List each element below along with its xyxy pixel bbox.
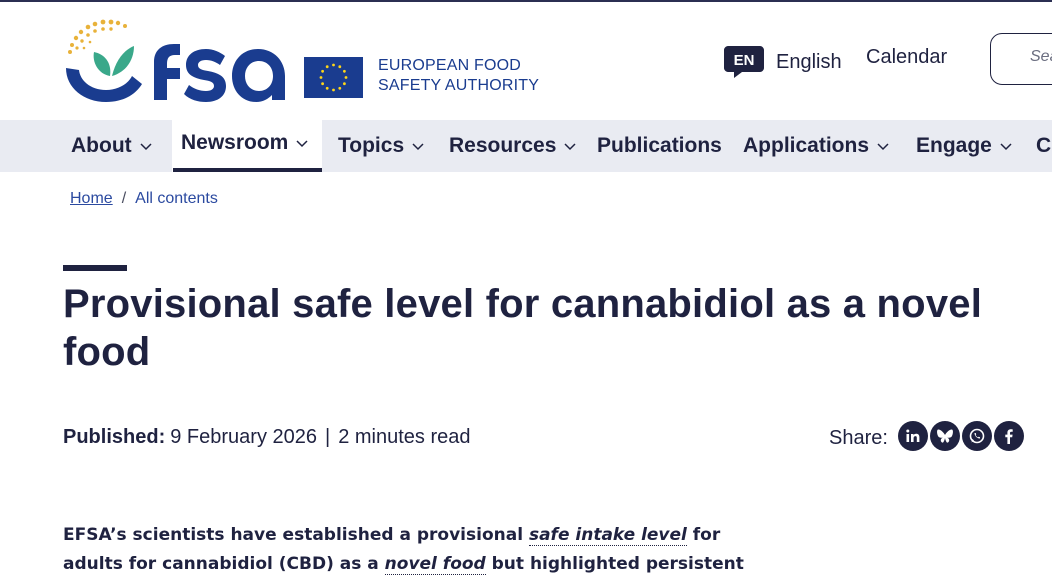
chevron-down-icon: [140, 143, 152, 151]
eu-flag-icon: [304, 57, 363, 98]
language-selector[interactable]: EN English: [724, 42, 842, 82]
breadcrumb-home-link[interactable]: Home: [70, 190, 113, 208]
nav-item-label: Resources: [449, 134, 557, 157]
nav-item-resources[interactable]: Resources: [449, 120, 576, 172]
nav-item-newsroom[interactable]: Newsroom: [181, 117, 308, 169]
nav-item-label: Applications: [743, 134, 870, 157]
share-bar: Share:: [829, 421, 1024, 451]
nav-item-applications[interactable]: Applications: [743, 120, 889, 172]
novel-food-link[interactable]: novel food: [384, 554, 486, 575]
calendar-link[interactable]: Calendar: [866, 46, 947, 69]
language-badge-icon: EN: [724, 46, 764, 78]
nav-active-underline: [173, 168, 322, 172]
chevron-down-icon: [877, 143, 889, 151]
nav-item-truncated[interactable]: C: [1036, 120, 1051, 172]
nav-item-publications[interactable]: Publications: [597, 120, 722, 172]
read-time: 2 minutes read: [338, 426, 471, 448]
page-title: Provisional safe level for cannabidiol a…: [63, 282, 983, 374]
nav-item-label: Topics: [338, 134, 405, 157]
site-header: EUROPEAN FOOD SAFETY AUTHORITY EN Englis…: [0, 2, 1052, 120]
meta-separator: |: [325, 426, 331, 448]
lead-text-1: EFSA’s scientists have established a pro…: [63, 525, 529, 545]
breadcrumb-current-link[interactable]: All contents: [135, 190, 218, 208]
nav-item-label: Newsroom: [181, 131, 289, 154]
search-input[interactable]: Sea: [990, 33, 1052, 85]
authority-line-2: SAFETY AUTHORITY: [378, 77, 540, 94]
linkedin-icon[interactable]: [897, 421, 928, 451]
nav-item-label: Publications: [597, 134, 722, 157]
chevron-down-icon: [1000, 143, 1012, 151]
nav-item-label: About: [71, 134, 132, 157]
share-label: Share:: [829, 427, 888, 449]
facebook-icon[interactable]: [993, 421, 1024, 451]
language-code: EN: [734, 52, 755, 69]
article-meta: Published: 9 February 2026 | 2 minutes r…: [63, 426, 471, 449]
chevron-down-icon: [564, 143, 576, 151]
whatsapp-icon[interactable]: [961, 421, 992, 451]
language-label: English: [776, 50, 842, 73]
nav-item-engage[interactable]: Engage: [916, 120, 1012, 172]
breadcrumb-separator: /: [121, 190, 127, 207]
authority-name: EUROPEAN FOOD SAFETY AUTHORITY: [378, 56, 539, 96]
published-label: Published:: [63, 426, 166, 448]
published-date: 9 February 2026: [170, 426, 317, 448]
nav-item-about[interactable]: About: [71, 120, 152, 172]
title-accent-bar: [63, 265, 127, 271]
bluesky-icon[interactable]: [929, 421, 960, 451]
efsa-logo[interactable]: [62, 18, 297, 104]
nav-item-label: Engage: [916, 134, 992, 157]
article-lead: EFSA’s scientists have established a pro…: [63, 521, 783, 581]
breadcrumb: Home / All contents: [70, 190, 218, 208]
nav-item-label: C: [1036, 134, 1052, 157]
authority-line-1: EUROPEAN FOOD: [378, 57, 522, 74]
chevron-down-icon: [412, 143, 424, 151]
nav-item-topics[interactable]: Topics: [338, 120, 424, 172]
safe-intake-level-link[interactable]: safe intake level: [528, 525, 687, 546]
chevron-down-icon: [296, 140, 308, 148]
